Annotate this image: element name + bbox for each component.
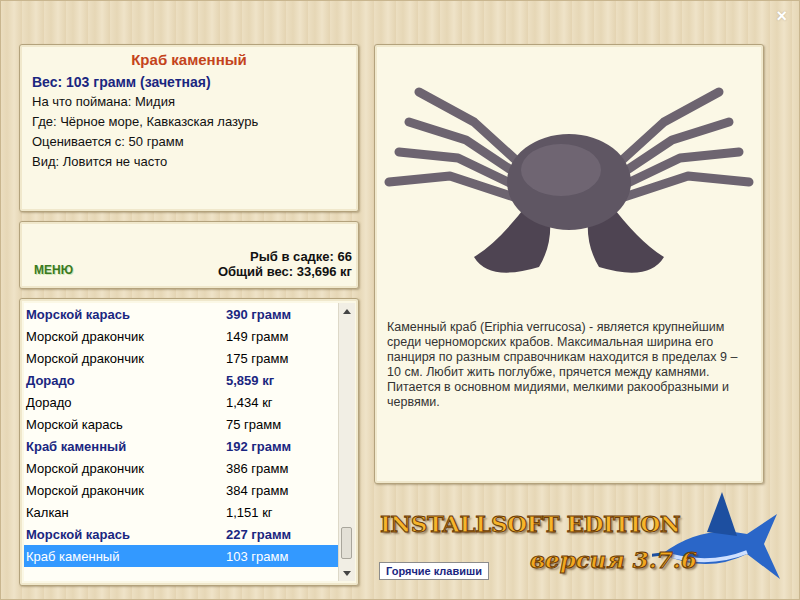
catch-weight: 227 грамм xyxy=(226,527,338,542)
catch-weight: 386 грамм xyxy=(226,461,338,476)
edition-logo: INSTALLSOFT EDITION xyxy=(380,510,680,537)
catch-row[interactable]: Дорадо1,434 кг xyxy=(24,391,338,413)
down-arrow-icon xyxy=(343,571,351,576)
fish-detail: Где: Чёрное море, Кавказская лазурь xyxy=(32,112,346,132)
catch-name: Морской дракончик xyxy=(26,461,226,476)
catch-row[interactable]: Морской карась390 грамм xyxy=(24,303,338,325)
catch-weight: 5,859 кг xyxy=(226,373,338,388)
catch-row[interactable]: Дорадо5,859 кг xyxy=(24,369,338,391)
fish-weight: Вес: 103 грамм (зачетная) xyxy=(32,72,346,92)
catch-row[interactable]: Морской дракончик149 грамм xyxy=(24,325,338,347)
catch-row[interactable]: Морской карась75 грамм xyxy=(24,413,338,435)
catch-name: Морской карась xyxy=(26,307,226,322)
fish-info-panel: Краб каменный Вес: 103 грамм (зачетная)На… xyxy=(19,44,359,212)
catch-name: Морской дракончик xyxy=(26,483,226,498)
up-arrow-icon xyxy=(343,309,351,314)
catch-name: Дорадо xyxy=(26,373,226,388)
catch-row[interactable]: Морской карась227 грамм xyxy=(24,523,338,545)
catch-name: Морской дракончик xyxy=(26,351,226,366)
version-label: версия 3.7.6 xyxy=(530,546,697,573)
game-window: × Краб каменный Вес: 103 грамм (зачетная)Н… xyxy=(0,0,800,600)
catch-weight: 149 грамм xyxy=(226,329,338,344)
catch-weight: 175 грамм xyxy=(226,351,338,366)
catch-name: Морской дракончик xyxy=(26,329,226,344)
catch-stats: Рыб в садке: 66Общий вес: 33,696 кг xyxy=(218,249,352,279)
catch-name: Калкан xyxy=(26,505,226,520)
fish-detail: Оценивается с: 50 грамм xyxy=(32,132,346,152)
catch-name: Морской карась xyxy=(26,527,226,542)
catch-weight: 1,151 кг xyxy=(226,505,338,520)
catch-list: Морской карась390 граммМорской дракончик… xyxy=(19,298,359,586)
description-panel: Каменный краб (Eriphia verrucosa) - явля… xyxy=(374,44,764,484)
fish-name: Краб каменный xyxy=(32,51,346,69)
catch-row[interactable]: Калкан1,151 кг xyxy=(24,501,338,523)
catch-rows: Морской карась390 граммМорской дракончик… xyxy=(24,303,338,581)
species-description: Каменный краб (Eriphia verrucosa) - явля… xyxy=(379,314,759,410)
crab-photo xyxy=(379,49,759,314)
marlin-icon xyxy=(652,484,782,600)
fish-count: Рыб в садке: 66 xyxy=(218,249,352,264)
catch-weight: 103 грамм xyxy=(226,549,338,564)
catch-name: Краб каменный xyxy=(26,439,226,454)
catch-weight: 1,434 кг xyxy=(226,395,338,410)
menu-button[interactable]: МЕНЮ xyxy=(34,263,73,279)
catch-row[interactable]: Морской дракончик384 грамм xyxy=(24,479,338,501)
catch-row[interactable]: Морской дракончик175 грамм xyxy=(24,347,338,369)
catch-weight: 192 грамм xyxy=(226,439,338,454)
scrollbar[interactable] xyxy=(338,303,355,581)
main-area: Краб каменный Вес: 103 грамм (зачетная)На… xyxy=(1,1,799,600)
menu-panel: МЕНЮ Рыб в садке: 66Общий вес: 33,696 кг xyxy=(19,221,359,289)
catch-weight: 75 грамм xyxy=(226,417,338,432)
fish-detail: На что поймана: Мидия xyxy=(32,92,346,112)
scroll-track[interactable] xyxy=(339,319,355,565)
hotkeys-button[interactable]: Горячие клавиши xyxy=(379,562,489,580)
total-weight: Общий вес: 33,696 кг xyxy=(218,264,352,279)
catch-row[interactable]: Краб каменный103 грамм xyxy=(24,545,338,567)
catch-row[interactable]: Морской дракончик386 грамм xyxy=(24,457,338,479)
catch-row[interactable]: Краб каменный192 грамм xyxy=(24,435,338,457)
catch-name: Морской карась xyxy=(26,417,226,432)
scroll-down-button[interactable] xyxy=(339,565,355,581)
scroll-up-button[interactable] xyxy=(339,303,355,319)
close-button[interactable]: × xyxy=(776,7,787,25)
left-column: Краб каменный Вес: 103 грамм (зачетная)На… xyxy=(19,44,359,600)
crab-image xyxy=(379,52,759,312)
catch-weight: 384 грамм xyxy=(226,483,338,498)
catch-weight: 390 грамм xyxy=(226,307,338,322)
catch-name: Краб каменный xyxy=(26,549,226,564)
catch-name: Дорадо xyxy=(26,395,226,410)
fish-detail: Вид: Ловится не часто xyxy=(32,152,346,172)
scroll-thumb[interactable] xyxy=(341,527,352,559)
right-column: Каменный краб (Eriphia verrucosa) - явля… xyxy=(374,44,764,600)
logo-area: INSTALLSOFT EDITION версия 3.7.6 Горячие к… xyxy=(374,484,764,600)
